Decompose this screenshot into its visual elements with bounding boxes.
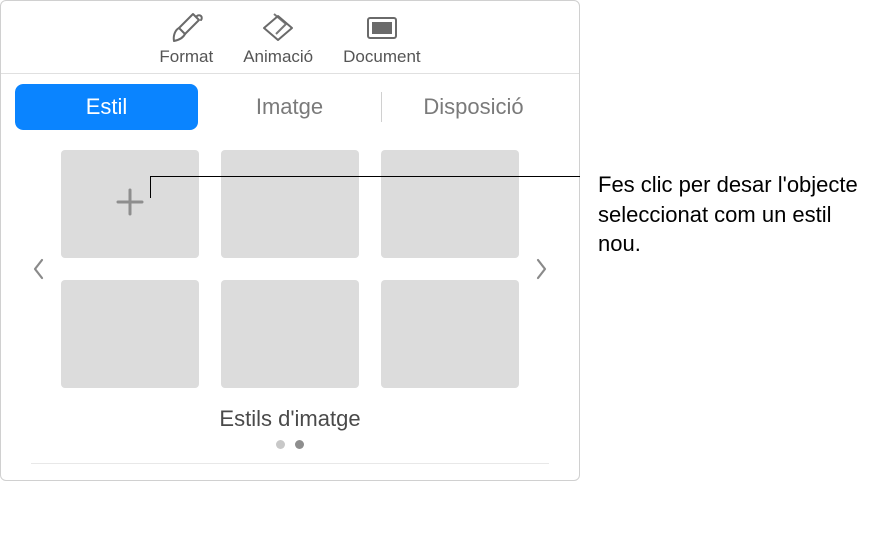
tab-layout-label: Disposició — [423, 94, 523, 119]
toolbar-document-label: Document — [343, 47, 420, 67]
callout-leader-line — [150, 176, 151, 198]
segmented-control: Estil Imatge Disposició — [15, 84, 565, 130]
add-style-button[interactable] — [61, 150, 199, 258]
inspector-panel: Format Animació — [0, 0, 580, 481]
divider — [31, 463, 549, 464]
tab-image-label: Imatge — [256, 94, 323, 119]
page-dot-active[interactable] — [295, 440, 304, 449]
callout-text: Fes clic per desar l'objecte seleccionat… — [598, 170, 878, 259]
styles-title: Estils d'imatge — [11, 406, 569, 432]
callout-leader-line — [150, 176, 580, 177]
tab-layout[interactable]: Disposició — [382, 84, 565, 130]
document-icon — [360, 9, 404, 45]
chevron-left-icon[interactable] — [23, 254, 53, 284]
top-toolbar: Format Animació — [1, 1, 579, 74]
tab-style-label: Estil — [86, 94, 128, 119]
toolbar-format-label: Format — [159, 47, 213, 67]
diamond-icon — [256, 9, 300, 45]
page-indicator — [11, 440, 569, 449]
paintbrush-icon — [164, 9, 208, 45]
tab-image[interactable]: Imatge — [198, 84, 381, 130]
plus-icon — [110, 182, 150, 227]
tab-style[interactable]: Estil — [15, 84, 198, 130]
toolbar-document[interactable]: Document — [343, 9, 420, 67]
chevron-right-icon[interactable] — [527, 254, 557, 284]
toolbar-animation-label: Animació — [243, 47, 313, 67]
style-thumb[interactable] — [221, 150, 359, 258]
styles-area: Estils d'imatge — [1, 130, 579, 480]
page-dot[interactable] — [276, 440, 285, 449]
toolbar-animation[interactable]: Animació — [243, 9, 313, 67]
style-thumb[interactable] — [221, 280, 359, 388]
toolbar-format[interactable]: Format — [159, 9, 213, 67]
style-thumb[interactable] — [381, 280, 519, 388]
style-grid — [61, 150, 519, 388]
style-thumb[interactable] — [61, 280, 199, 388]
style-thumb[interactable] — [381, 150, 519, 258]
